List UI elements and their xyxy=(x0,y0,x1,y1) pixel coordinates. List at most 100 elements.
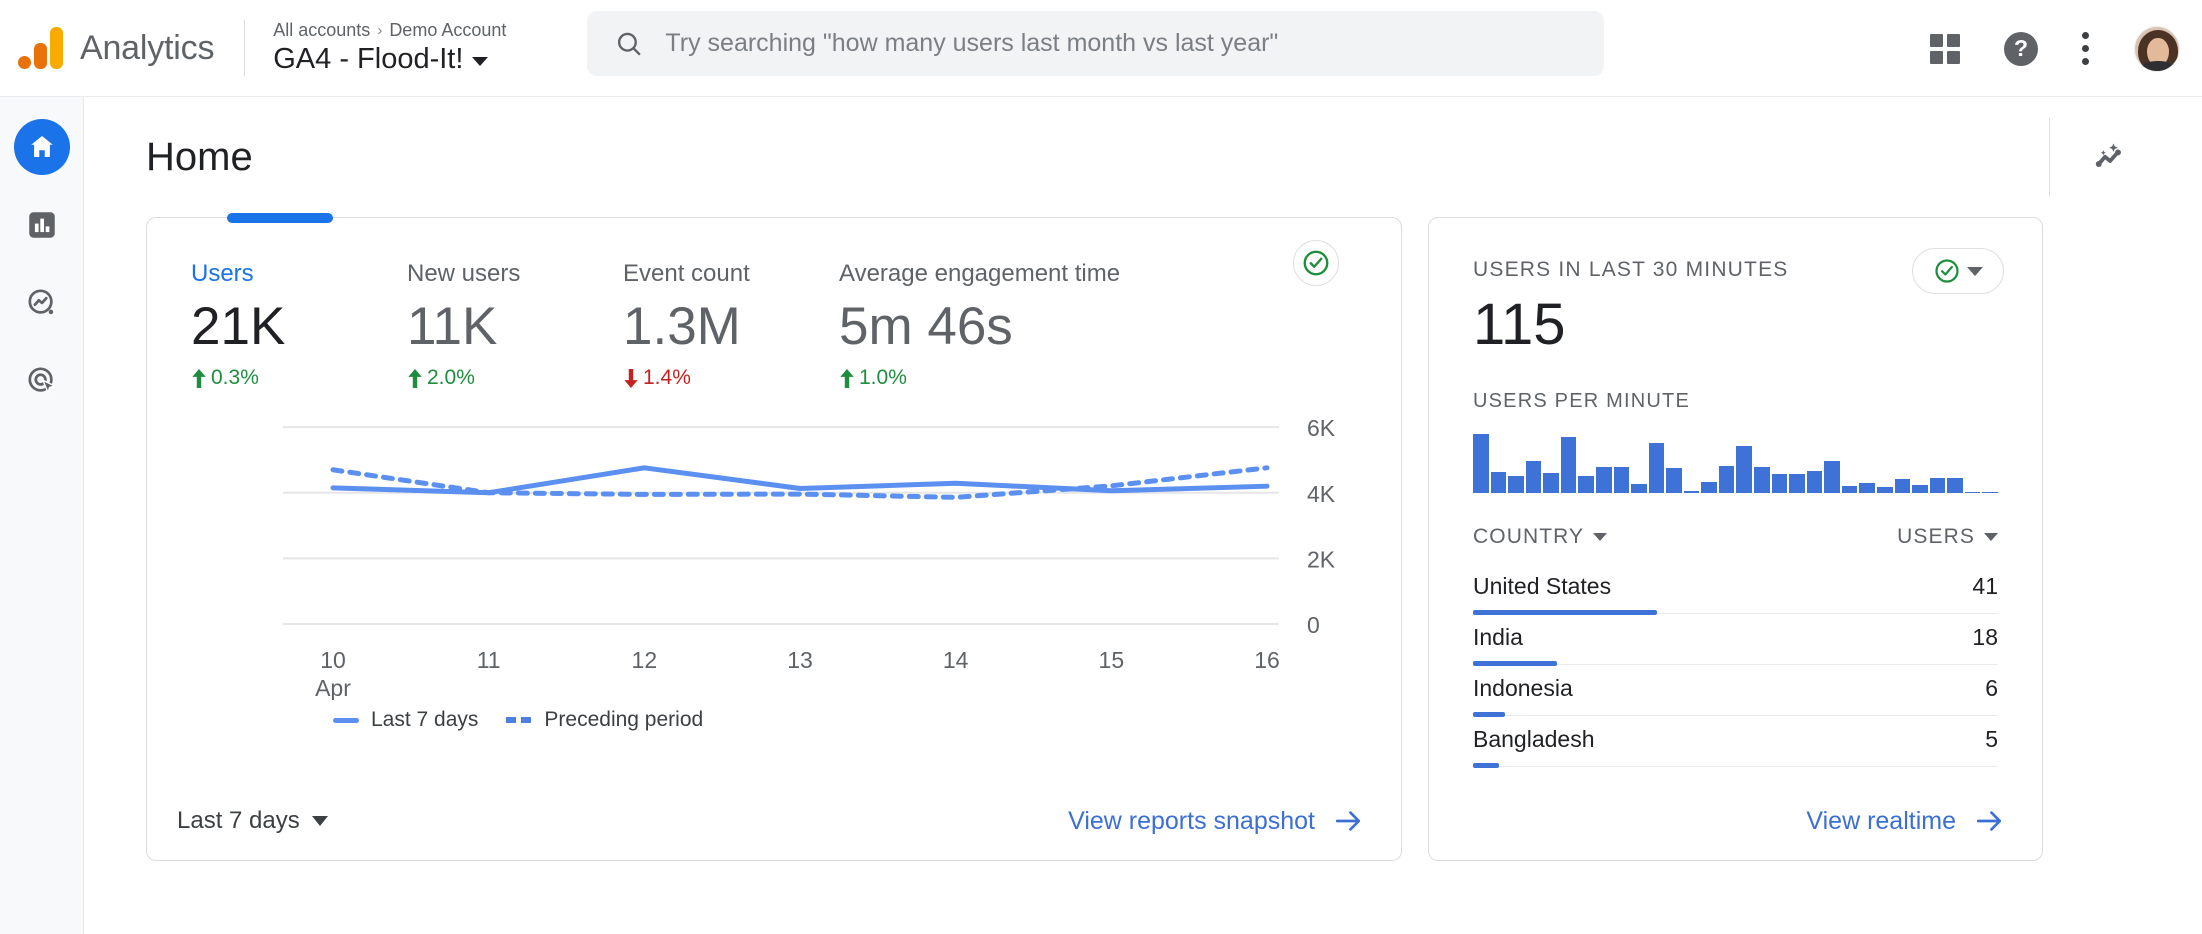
page-header: Home xyxy=(84,97,2202,217)
link-label: View reports snapshot xyxy=(1068,807,1315,836)
chevron-down-icon xyxy=(312,816,328,826)
svg-text:0: 0 xyxy=(1307,612,1320,638)
bar-chart-icon xyxy=(25,208,59,242)
view-reports-snapshot-link[interactable]: View reports snapshot xyxy=(1068,807,1363,836)
users-line-chart[interactable]: 02K4K6K10111213141516Apr xyxy=(147,400,1403,700)
arrow-up-icon xyxy=(407,369,423,388)
column-header-users[interactable]: USERS xyxy=(1897,525,1998,549)
table-row[interactable]: Bangladesh 5 xyxy=(1473,716,1998,767)
view-realtime-link[interactable]: View realtime xyxy=(1806,807,2004,836)
upm-bar xyxy=(1578,476,1594,493)
search-bar[interactable] xyxy=(587,11,1604,76)
users-per-minute-bar-chart[interactable] xyxy=(1473,431,1998,493)
sidebar-item-home[interactable] xyxy=(14,119,70,175)
legend-item-current[interactable]: Last 7 days xyxy=(333,708,478,732)
data-status-badge[interactable] xyxy=(1293,240,1339,286)
metric-delta: 0.3% xyxy=(191,366,407,390)
upm-bar xyxy=(1631,484,1647,493)
chevron-down-icon xyxy=(1967,267,1983,276)
legend-solid-swatch xyxy=(333,718,359,723)
metric-delta: 1.0% xyxy=(839,366,1159,390)
upm-bar xyxy=(1789,474,1805,493)
property-switcher[interactable]: GA4 - Flood-It! xyxy=(273,43,506,76)
metric-label: Event count xyxy=(623,260,839,288)
date-range-selector[interactable]: Last 7 days xyxy=(177,807,328,835)
svg-text:2K: 2K xyxy=(1307,546,1336,572)
realtime-status-dropdown[interactable] xyxy=(1912,248,2004,294)
upm-bar xyxy=(1473,434,1489,493)
upm-bar xyxy=(1736,446,1752,493)
main-content: Home Users 21K xyxy=(84,97,2202,934)
svg-text:6K: 6K xyxy=(1307,415,1336,441)
table-row[interactable]: Indonesia 6 xyxy=(1473,665,1998,716)
upm-bar xyxy=(1947,478,1963,494)
breadcrumb-account[interactable]: Demo Account xyxy=(389,20,506,41)
left-nav-rail xyxy=(0,97,84,934)
svg-text:12: 12 xyxy=(632,647,658,673)
metric-tabs: Users 21K 0.3% New users 11K 2.0% xyxy=(147,218,1401,390)
chevron-down-icon xyxy=(1984,533,1998,541)
upm-bar xyxy=(1965,492,1981,493)
metric-value: 21K xyxy=(191,300,407,353)
legend-label: Preceding period xyxy=(544,708,703,732)
metric-event-count[interactable]: Event count 1.3M 1.4% xyxy=(623,260,839,390)
insights-icon[interactable] xyxy=(2084,130,2138,184)
overview-card-footer: Last 7 days View reports snapshot xyxy=(147,782,1401,860)
metric-label: New users xyxy=(407,260,623,288)
metric-value: 11K xyxy=(407,300,623,353)
date-range-label: Last 7 days xyxy=(177,807,300,835)
upm-bar xyxy=(1842,486,1858,493)
analytics-brand[interactable]: Analytics xyxy=(0,25,214,71)
metric-avg-engagement-time[interactable]: Average engagement time 5m 46s 1.0% xyxy=(839,260,1159,390)
upm-bar xyxy=(1684,491,1700,493)
upm-bar xyxy=(1596,467,1612,493)
metric-value: 5m 46s xyxy=(839,300,1159,353)
table-row[interactable]: India 18 xyxy=(1473,614,1998,665)
column-label: COUNTRY xyxy=(1473,525,1584,549)
header-action-divider xyxy=(2049,118,2050,196)
help-icon[interactable]: ? xyxy=(2004,32,2038,66)
row-users: 6 xyxy=(1985,675,1998,702)
upm-bar xyxy=(1859,483,1875,493)
row-users: 41 xyxy=(1972,573,1998,600)
check-circle-icon xyxy=(1301,248,1331,278)
row-country: India xyxy=(1473,624,1523,651)
metric-label: Users xyxy=(191,260,407,288)
search-input[interactable] xyxy=(665,29,1576,58)
explore-icon xyxy=(25,286,59,320)
overview-card: Users 21K 0.3% New users 11K 2.0% xyxy=(146,217,1402,861)
realtime-users-value: 115 xyxy=(1473,296,1998,354)
table-row[interactable]: United States 41 xyxy=(1473,563,1998,614)
realtime-country-table: United States 41 India 18 Indonesia 6 Ba… xyxy=(1429,549,2042,767)
metric-delta-value: 1.0% xyxy=(859,366,907,390)
page-header-actions xyxy=(2049,118,2138,196)
upm-bar xyxy=(1719,466,1735,493)
sidebar-item-explore[interactable] xyxy=(14,275,70,331)
sidebar-item-reports[interactable] xyxy=(14,197,70,253)
column-header-country[interactable]: COUNTRY xyxy=(1473,525,1607,549)
top-bar-actions: ? xyxy=(1930,0,2180,97)
upm-bar xyxy=(1526,461,1542,493)
column-label: USERS xyxy=(1897,525,1975,549)
page-title: Home xyxy=(146,135,253,180)
realtime-table-header: COUNTRY USERS xyxy=(1429,493,2042,549)
metric-delta: 1.4% xyxy=(623,366,839,390)
breadcrumb-all-accounts[interactable]: All accounts xyxy=(273,20,370,41)
more-vert-icon[interactable] xyxy=(2082,32,2090,65)
avatar[interactable] xyxy=(2134,26,2180,72)
account-selector[interactable]: All accounts › Demo Account GA4 - Flood-… xyxy=(273,20,506,76)
metric-users[interactable]: Users 21K 0.3% xyxy=(191,260,407,390)
upm-bar xyxy=(1491,472,1507,493)
svg-text:15: 15 xyxy=(1099,647,1125,673)
row-users: 5 xyxy=(1985,726,1998,753)
metric-new-users[interactable]: New users 11K 2.0% xyxy=(407,260,623,390)
users-per-minute-label: USERS PER MINUTE xyxy=(1429,354,2042,413)
upm-bar xyxy=(1543,473,1559,493)
sidebar-item-advertising[interactable] xyxy=(14,353,70,409)
metric-delta: 2.0% xyxy=(407,366,623,390)
svg-text:Apr: Apr xyxy=(315,675,351,700)
legend-item-preceding[interactable]: Preceding period xyxy=(506,708,703,732)
chevron-right-icon: › xyxy=(377,22,382,39)
svg-text:10: 10 xyxy=(320,647,346,673)
apps-grid-icon[interactable] xyxy=(1930,34,1960,64)
